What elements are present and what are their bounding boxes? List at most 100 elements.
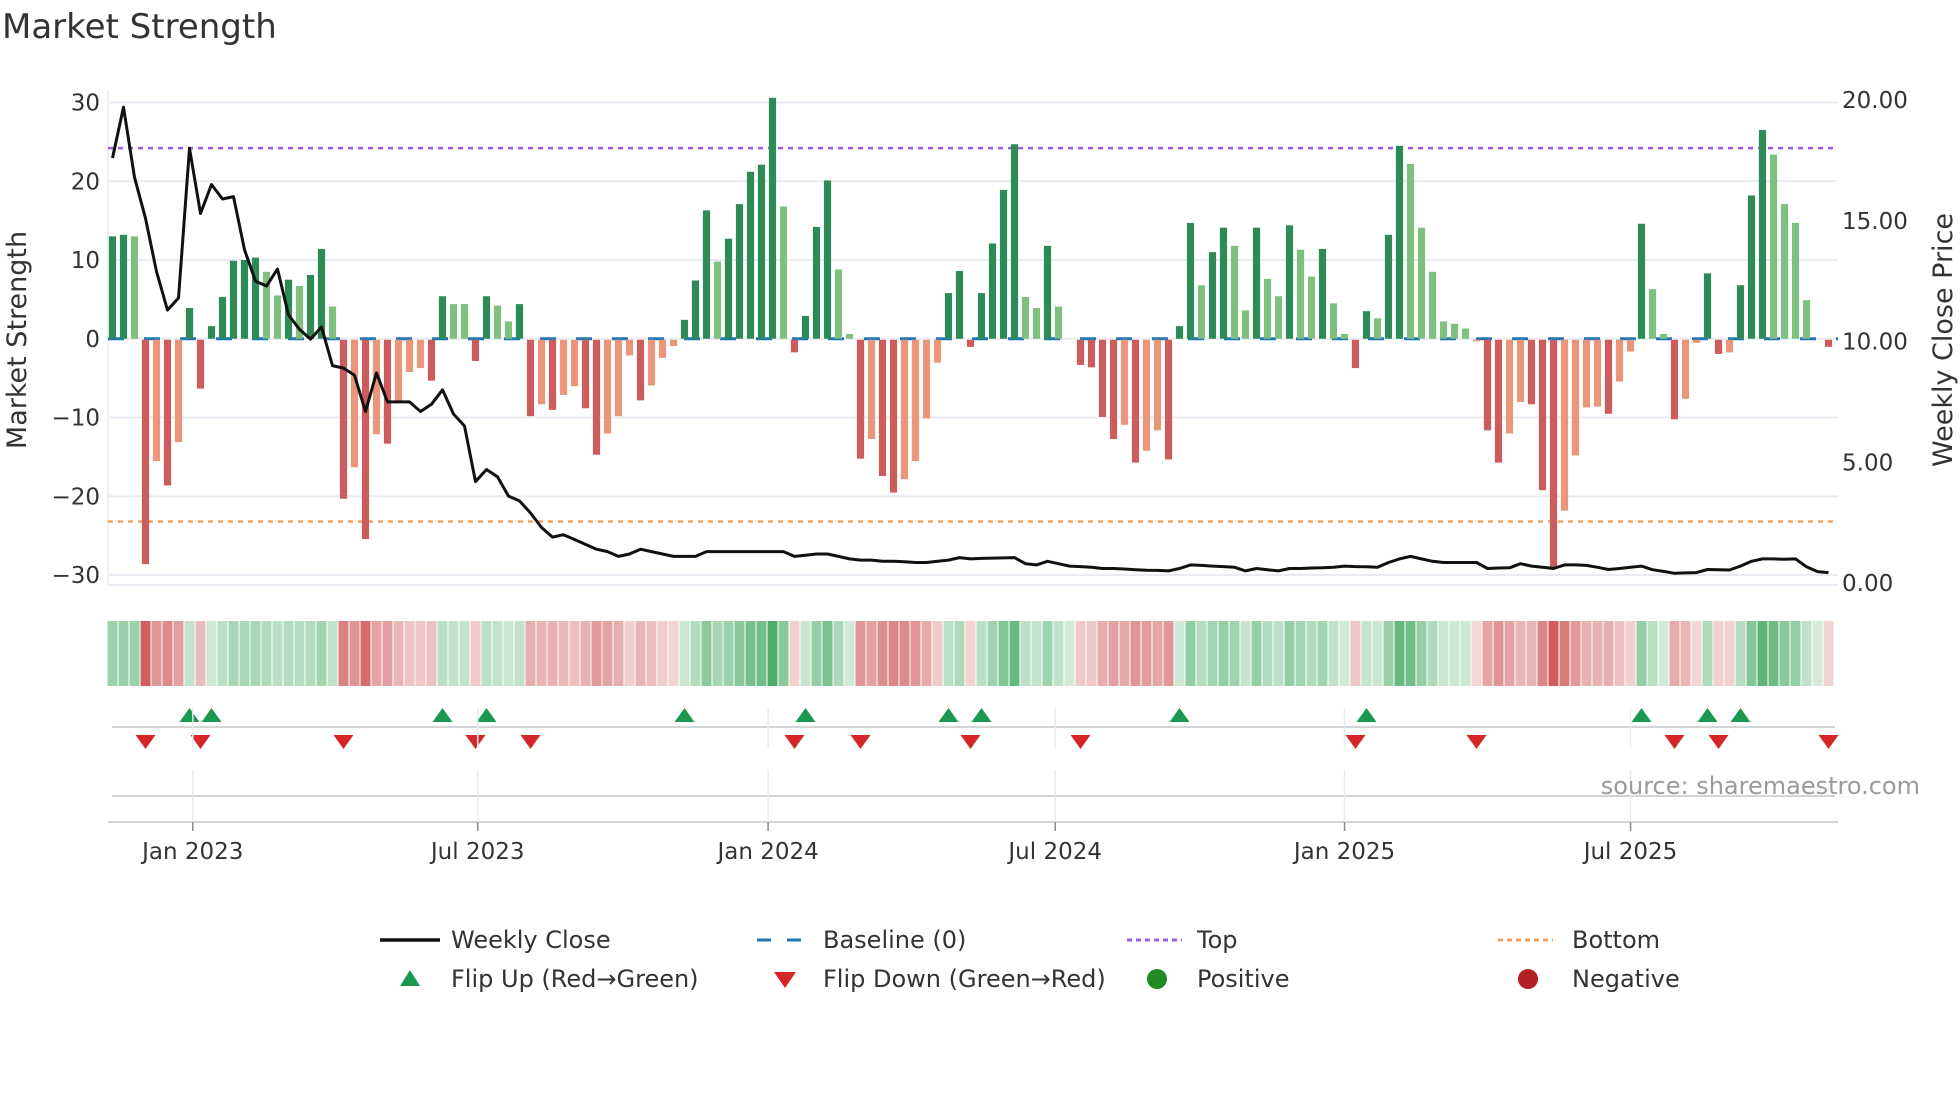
positive-bar xyxy=(1395,145,1404,339)
heat-cell xyxy=(1592,621,1603,686)
heat-cell xyxy=(976,621,987,686)
positive-bar xyxy=(812,226,821,339)
heat-cell xyxy=(349,621,360,686)
heat-cell xyxy=(459,621,470,686)
negative-bar xyxy=(1109,339,1118,439)
heat-cell xyxy=(1350,621,1361,686)
heat-cell xyxy=(1196,621,1207,686)
negative-bar xyxy=(1120,339,1129,425)
flip-up-marker xyxy=(201,708,222,722)
positive-bar xyxy=(504,321,513,339)
negative-bar xyxy=(878,339,887,476)
x-tick-label: Jul 2023 xyxy=(429,839,525,865)
heat-cell xyxy=(1526,621,1537,686)
heat-cell xyxy=(558,621,569,686)
heat-cell xyxy=(1372,621,1383,686)
heat-cell xyxy=(1537,621,1548,686)
negative-bar xyxy=(1538,339,1547,491)
negative-bar xyxy=(900,339,909,480)
negative-bar xyxy=(405,339,414,373)
negative-bar xyxy=(1483,339,1492,431)
flip-up-marker xyxy=(1631,708,1652,722)
flip-markers xyxy=(135,708,1839,749)
negative-bar xyxy=(1549,339,1558,569)
heat-cell xyxy=(1680,621,1691,686)
positive-bar xyxy=(735,204,744,339)
positive-bar xyxy=(1769,154,1778,339)
flip-down-marker xyxy=(1664,735,1685,749)
heat-cell xyxy=(1251,621,1262,686)
positive-bar xyxy=(1406,163,1415,339)
heat-cell xyxy=(1086,621,1097,686)
heat-cell xyxy=(1438,621,1449,686)
positive-bar xyxy=(1747,195,1756,339)
heat-cell xyxy=(943,621,954,686)
heat-cell xyxy=(1559,621,1570,686)
positive-bar xyxy=(1318,248,1327,339)
negative-bar xyxy=(933,339,942,363)
heat-cell xyxy=(899,621,910,686)
heat-cell xyxy=(228,621,239,686)
negative-bar xyxy=(867,339,876,439)
legend-item: Top xyxy=(1127,926,1238,954)
positive-bar xyxy=(317,248,326,339)
heat-cell xyxy=(1427,621,1438,686)
negative-bar xyxy=(1824,339,1833,347)
heat-cell xyxy=(1779,621,1790,686)
heat-cell xyxy=(1185,621,1196,686)
heat-cell xyxy=(1603,621,1614,686)
heat-cell xyxy=(547,621,558,686)
heat-cell xyxy=(1361,621,1372,686)
legend-label: Flip Up (Red→Green) xyxy=(451,965,699,993)
heat-cell xyxy=(1284,621,1295,686)
heat-cell xyxy=(657,621,668,686)
negative-bar xyxy=(416,339,425,369)
negative-bar xyxy=(625,339,634,356)
positive-bar xyxy=(1230,245,1239,339)
heat-cell xyxy=(1625,621,1636,686)
legend-label: Positive xyxy=(1197,965,1290,993)
heat-cell xyxy=(580,621,591,686)
flip-down-marker xyxy=(333,735,354,749)
heat-cell xyxy=(151,621,162,686)
negative-bar xyxy=(1087,339,1096,368)
x-tick-label: Jan 2023 xyxy=(140,839,243,865)
negative-bar xyxy=(1670,339,1679,420)
positive-bar xyxy=(691,280,700,339)
positive-bar xyxy=(1208,252,1217,339)
negative-bar xyxy=(592,339,601,455)
circle-icon xyxy=(1518,969,1538,989)
positive-bar xyxy=(1010,144,1019,339)
positive-bar xyxy=(1285,225,1294,339)
positive-bar xyxy=(1791,222,1800,339)
positive-bar xyxy=(1758,130,1767,339)
heat-cell xyxy=(1218,621,1229,686)
heat-cell xyxy=(316,621,327,686)
heat-cell xyxy=(195,621,206,686)
heat-cell xyxy=(1262,621,1273,686)
heat-cell xyxy=(327,621,338,686)
negative-bar xyxy=(537,339,546,405)
strength-bars xyxy=(108,97,1833,569)
heat-cell xyxy=(1449,621,1460,686)
heat-cell xyxy=(1823,621,1834,686)
negative-bar xyxy=(922,339,931,419)
flip-up-marker xyxy=(476,708,497,722)
negative-bar xyxy=(361,339,370,539)
positive-bar xyxy=(680,319,689,339)
positive-bar xyxy=(460,304,469,339)
heat-cell xyxy=(1031,621,1042,686)
flip-down-marker xyxy=(850,735,871,749)
right-axis-title: Weekly Close Price xyxy=(1928,213,1959,467)
heat-cell xyxy=(338,621,349,686)
negative-bar xyxy=(647,339,656,386)
heat-cell xyxy=(1647,621,1658,686)
heat-cell xyxy=(492,621,503,686)
x-tick-label: Jul 2025 xyxy=(1582,839,1678,865)
negative-bar xyxy=(1604,339,1613,414)
heat-cell xyxy=(1691,621,1702,686)
heat-cell xyxy=(1416,621,1427,686)
y2-tick-label: 20.00 xyxy=(1842,88,1908,114)
heat-cell xyxy=(1702,621,1713,686)
heat-cell xyxy=(250,621,261,686)
